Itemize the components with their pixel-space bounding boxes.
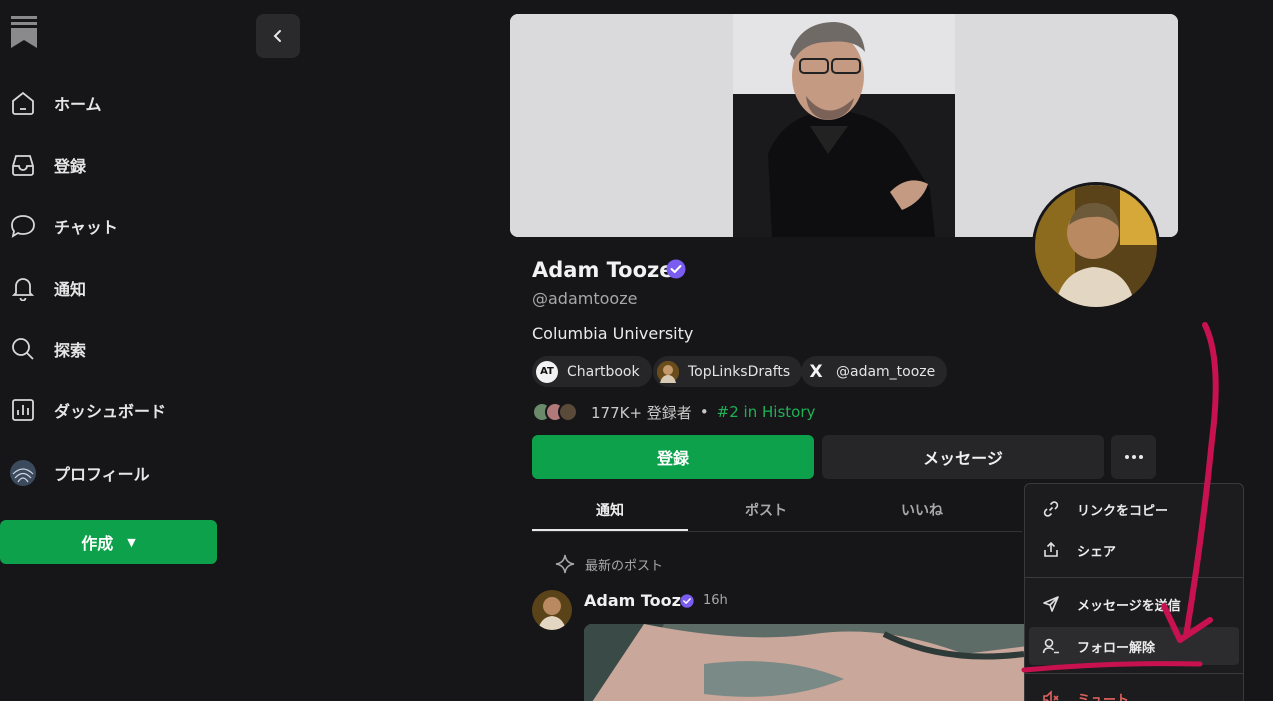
sidebar-item-explore[interactable]: 探索: [10, 329, 86, 369]
more-options-button[interactable]: [1111, 435, 1156, 479]
menu-item-share[interactable]: シェア: [1029, 531, 1239, 569]
sidebar-item-dashboard[interactable]: ダッシュボード: [10, 390, 166, 430]
sidebar-item-label: 探索: [54, 341, 87, 360]
subscriber-row: 177K+ 登録者 • #2 in History: [532, 399, 815, 425]
menu-item-label: リンクをコピー: [1077, 503, 1169, 519]
dashboard-icon: [10, 397, 36, 423]
link-icon: [1041, 499, 1061, 519]
profile-bio: Columbia University: [532, 324, 694, 343]
tab-posts[interactable]: ポスト: [688, 494, 844, 531]
subscriber-avatar: [558, 402, 578, 422]
sidebar-item-label: ダッシュボード: [54, 402, 167, 421]
more-dots-icon: [1124, 455, 1143, 459]
sidebar-item-label: ホーム: [54, 95, 102, 114]
share-icon: [1041, 540, 1061, 560]
search-icon: [10, 336, 36, 362]
post-author-avatar[interactable]: [532, 590, 572, 630]
more-options-menu: リンクをコピー シェア メッセージを送信 フォロー解除 ミュート: [1024, 483, 1244, 701]
profile-tabs: 通知 ポスト いいね: [532, 494, 1022, 532]
chat-icon: [10, 213, 36, 239]
post-timestamp: 16h: [703, 593, 728, 608]
sidebar-item-subscriptions[interactable]: 登録: [10, 145, 86, 185]
menu-item-mute[interactable]: ミュート: [1029, 679, 1239, 701]
send-icon: [1041, 594, 1061, 614]
verified-icon: [666, 259, 686, 283]
sidebar-item-profile[interactable]: プロフィール: [10, 453, 150, 493]
verified-icon: [680, 593, 694, 612]
chip-toplinksdrafts[interactable]: TopLinksDrafts: [653, 356, 803, 387]
post-image[interactable]: [584, 624, 1044, 701]
bell-icon: [10, 275, 36, 301]
tab-likes[interactable]: いいね: [844, 494, 1000, 531]
menu-item-label: フォロー解除: [1077, 640, 1156, 656]
menu-item-label: シェア: [1077, 544, 1117, 560]
sidebar-item-label: プロフィール: [54, 465, 150, 484]
separator-dot: •: [699, 403, 709, 421]
chip-label: @adam_tooze: [836, 363, 936, 380]
sidebar-item-chat[interactable]: チャット: [10, 206, 118, 246]
sidebar-item-home[interactable]: ホーム: [10, 83, 102, 123]
chevron-left-icon: [273, 30, 281, 42]
rank-link[interactable]: #2 in History: [717, 403, 816, 421]
sidebar-item-label: チャット: [54, 218, 118, 237]
menu-item-send-message[interactable]: メッセージを送信: [1029, 585, 1239, 623]
sparkle-icon: [555, 554, 575, 574]
profile-avatar-large[interactable]: [1032, 182, 1160, 310]
sidebar-item-label: 登録: [54, 157, 87, 176]
profile-page: ホーム 登録 チャット 通知 探索 ダッシュボード プロフィール 作成 ▼ Ad…: [0, 0, 1273, 701]
create-label: 作成: [81, 534, 114, 553]
tab-notifications[interactable]: 通知: [532, 494, 688, 531]
subscribe-button[interactable]: 登録: [532, 435, 814, 479]
sidebar-item-label: 通知: [54, 280, 87, 299]
home-icon: [10, 90, 36, 116]
chip-label: Chartbook: [567, 363, 640, 380]
x-logo-icon: X: [809, 361, 823, 382]
menu-item-label: ミュート: [1077, 692, 1130, 701]
post-author-name[interactable]: Adam Tooze: [584, 591, 692, 610]
menu-item-unfollow[interactable]: フォロー解除: [1029, 627, 1239, 665]
caret-down-icon: ▼: [127, 535, 136, 549]
chartbook-logo-icon: AT: [536, 360, 558, 383]
subscriber-count[interactable]: 177K+ 登録者: [591, 402, 692, 423]
unfollow-icon: [1041, 636, 1061, 656]
message-button[interactable]: メッセージ: [822, 435, 1104, 479]
chip-chartbook[interactable]: AT Chartbook: [532, 356, 652, 387]
profile-name: Adam Tooze: [532, 258, 674, 282]
menu-divider: [1025, 673, 1243, 674]
toplinksdrafts-avatar-icon: [657, 360, 679, 383]
latest-posts-label: 最新のポスト: [585, 558, 664, 574]
logo-icon[interactable]: [11, 16, 37, 48]
mute-icon: [1041, 688, 1061, 701]
chip-label: TopLinksDrafts: [688, 363, 791, 380]
sidebar: ホーム 登録 チャット 通知 探索 ダッシュボード プロフィール 作成 ▼: [0, 0, 240, 701]
sidebar-item-notifications[interactable]: 通知: [10, 268, 86, 308]
latest-posts-header: 最新のポスト: [555, 553, 663, 575]
menu-item-copy-link[interactable]: リンクをコピー: [1029, 490, 1239, 528]
inbox-icon: [10, 152, 36, 178]
back-button[interactable]: [256, 14, 300, 58]
profile-avatar: [10, 460, 36, 486]
profile-handle: @adamtooze: [532, 289, 638, 308]
create-button[interactable]: 作成 ▼: [0, 520, 217, 564]
chip-x-handle[interactable]: X @adam_tooze: [801, 356, 948, 387]
menu-item-label: メッセージを送信: [1077, 598, 1181, 614]
menu-divider: [1025, 577, 1243, 578]
